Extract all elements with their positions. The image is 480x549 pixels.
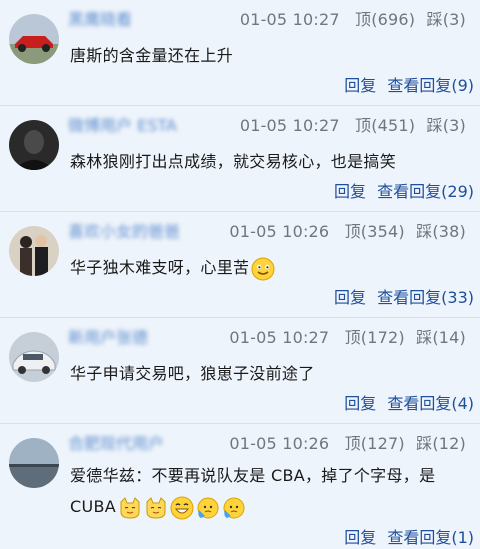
timestamp: 01-05 10:27: [239, 10, 340, 29]
comment-text: 华子申请交易吧，狼崽子没前途了: [70, 364, 315, 383]
comment-item: 微博用户 ESTA 01-05 10:27 顶(451) 踩(3) 森林狼刚打出…: [0, 106, 480, 212]
comment-actions: 回复 查看回复(29): [328, 178, 474, 202]
downvote-button[interactable]: 踩(3): [427, 116, 466, 135]
upvote-button[interactable]: 顶(172): [345, 328, 405, 347]
comment-text: 华子独木难支呀，心里苦: [70, 252, 470, 283]
timestamp: 01-05 10:26: [229, 434, 330, 453]
comment-list: 黑鹰晓看 01-05 10:27 顶(696) 踩(3) 唐斯的含金量还在上升 …: [0, 0, 480, 549]
comment-actions: 回复 查看回复(1): [338, 524, 474, 548]
comment-meta: 01-05 10:27 顶(696) 踩(3): [240, 6, 466, 30]
downvote-button[interactable]: 踩(12): [416, 434, 466, 453]
comment-actions: 回复 查看回复(4): [338, 390, 474, 414]
view-replies-link[interactable]: 查看回复(1): [387, 528, 474, 547]
view-replies-link[interactable]: 查看回复(29): [377, 182, 474, 201]
upvote-button[interactable]: 顶(451): [355, 116, 415, 135]
cat-emoji-icon: [120, 496, 140, 519]
timestamp: 01-05 10:27: [239, 116, 340, 135]
view-replies-link[interactable]: 查看回复(33): [377, 288, 474, 307]
avatar[interactable]: [9, 226, 59, 276]
reply-link[interactable]: 回复: [344, 394, 376, 413]
avatar[interactable]: [9, 120, 59, 170]
username[interactable]: 新用户张德: [68, 324, 148, 348]
smile-emoji-icon: [251, 257, 275, 280]
comment-text-body: 华子独木难支呀，心里苦: [70, 258, 250, 277]
reply-link[interactable]: 回复: [344, 76, 376, 95]
comment-item: 新用户张德 01-05 10:27 顶(172) 踩(14) 华子申请交易吧，狼…: [0, 318, 480, 424]
timestamp: 01-05 10:27: [229, 328, 330, 347]
username[interactable]: 喜欢小女的爸爸: [68, 218, 180, 242]
timestamp: 01-05 10:26: [229, 222, 330, 241]
avatar[interactable]: [9, 14, 59, 64]
comment-meta: 01-05 10:27 顶(172) 踩(14): [229, 324, 466, 348]
avatar[interactable]: [9, 438, 59, 488]
comment-actions: 回复 查看回复(9): [338, 72, 474, 96]
comment-meta: 01-05 10:27 顶(451) 踩(3): [240, 112, 466, 136]
reply-link[interactable]: 回复: [334, 288, 366, 307]
comment-text: 唐斯的含金量还在上升: [70, 46, 234, 65]
worried-emoji-icon: [197, 497, 219, 518]
comment-text: 森林狼刚打出点成绩，就交易核心，也是搞笑: [70, 152, 397, 171]
upvote-button[interactable]: 顶(127): [345, 434, 405, 453]
comment-meta: 01-05 10:26 顶(127) 踩(12): [229, 430, 466, 454]
downvote-button[interactable]: 踩(3): [427, 10, 466, 29]
worried-emoji-icon: [223, 497, 245, 518]
comment-item: 合肥现代用户 01-05 10:26 顶(127) 踩(12) 爱德华兹：不要再…: [0, 424, 480, 549]
downvote-button[interactable]: 踩(14): [416, 328, 466, 347]
view-replies-link[interactable]: 查看回复(9): [387, 76, 474, 95]
upvote-button[interactable]: 顶(354): [345, 222, 405, 241]
avatar[interactable]: [9, 332, 59, 382]
comment-text: 爱德华兹：不要再说队友是 CBA，掉了个字母，是 CUBA: [70, 460, 470, 522]
reply-link[interactable]: 回复: [344, 528, 376, 547]
downvote-button[interactable]: 踩(38): [416, 222, 466, 241]
comment-item: 喜欢小女的爸爸 01-05 10:26 顶(354) 踩(38) 华子独木难支呀…: [0, 212, 480, 318]
cat-emoji-icon: [146, 496, 166, 519]
comment-meta: 01-05 10:26 顶(354) 踩(38): [229, 218, 466, 242]
comment-item: 黑鹰晓看 01-05 10:27 顶(696) 踩(3) 唐斯的含金量还在上升 …: [0, 0, 480, 106]
username[interactable]: 黑鹰晓看: [68, 6, 132, 30]
reply-link[interactable]: 回复: [334, 182, 366, 201]
comment-actions: 回复 查看回复(33): [328, 284, 474, 308]
username[interactable]: 合肥现代用户: [68, 430, 164, 454]
upvote-button[interactable]: 顶(696): [355, 10, 415, 29]
username[interactable]: 微博用户 ESTA: [68, 112, 177, 136]
view-replies-link[interactable]: 查看回复(4): [387, 394, 474, 413]
grin-emoji-icon: [170, 496, 194, 519]
